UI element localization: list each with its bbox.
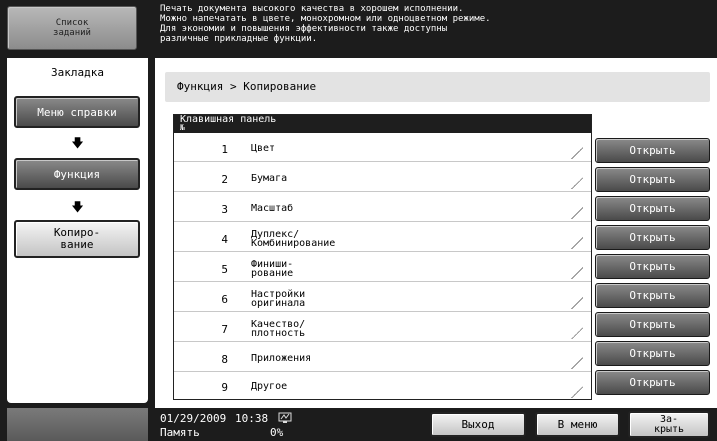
date-text: 01/29/2009 [160,412,227,425]
list-row[interactable]: 5 Финиши- рование [174,255,591,282]
row-label: Качество/ плотность [251,318,306,339]
tab-label: Закладка [51,66,104,79]
row-label: Настройки оригинала [251,288,306,309]
sidebar: Закладка Меню справки 🡇 Функция 🡇 Копиро… [0,58,155,408]
main-panel: Функция > Копирование Клавишная панель №… [155,58,717,408]
menu-button[interactable]: В меню [535,412,620,437]
network-icon [278,412,292,424]
open-button-4[interactable]: Открыть [595,225,710,250]
row-number: 4 [221,233,228,246]
open-button-9[interactable]: Открыть [595,370,710,395]
corner-mark-icon [571,297,583,309]
breadcrumb-text: Функция > Копирование [177,80,317,93]
corner-mark-icon [571,147,583,159]
corner-mark-icon [571,207,583,219]
close-button[interactable]: За- крыть [628,411,710,438]
corner-mark-icon [571,357,583,369]
corner-mark-icon [571,177,583,189]
row-number: 9 [221,381,228,394]
memory-label: Память [160,426,200,439]
function-list: Клавишная панель № 1 Цвет 2 Бумага 3 Мас… [173,114,592,400]
exit-button[interactable]: Выход [430,412,526,437]
down-arrow-icon: 🡇 [71,136,84,150]
row-label: Цвет [251,143,276,154]
open-button-8[interactable]: Открыть [595,341,710,366]
row-number: 1 [221,143,228,156]
row-number: 8 [221,353,228,366]
corner-mark-icon [571,386,583,398]
help-message: Печать документа высокого качества в хор… [160,4,491,44]
list-row[interactable]: 6 Настройки оригинала [174,285,591,312]
open-button-5[interactable]: Открыть [595,254,710,279]
row-label: Приложения [251,353,312,364]
corner-mark-icon [571,237,583,249]
row-number: 6 [221,293,228,306]
time-text: 10:38 [235,412,269,425]
corner-mark-icon [571,327,583,339]
row-label: Другое [251,381,288,392]
open-button-6[interactable]: Открыть [595,283,710,308]
down-arrow-icon: 🡇 [71,200,84,214]
breadcrumb: Функция > Копирование [165,72,710,102]
list-header-number: № [180,123,185,132]
row-label: Дуплекс/ Комбинирование [251,228,336,249]
list-header-label: Клавишная панель [180,114,277,125]
corner-mark-icon [571,267,583,279]
list-row[interactable]: 3 Масштаб [174,195,591,222]
list-row[interactable]: 8 Приложения [174,345,591,372]
list-row[interactable]: 2 Бумага [174,165,591,192]
open-button-1[interactable]: Открыть [595,138,710,163]
open-button-7[interactable]: Открыть [595,312,710,337]
row-label: Бумага [251,173,288,184]
row-number: 7 [221,323,228,336]
row-label: Финиши- рование [251,258,294,279]
list-row[interactable]: 7 Качество/ плотность [174,315,591,342]
memory-value: 0% [270,426,284,439]
list-header: Клавишная панель № [174,115,591,133]
sidebar-panel: Закладка Меню справки 🡇 Функция 🡇 Копиро… [7,58,148,403]
list-row[interactable]: 1 Цвет [174,135,591,162]
row-number: 3 [221,203,228,216]
help-menu-button[interactable]: Меню справки [14,96,140,128]
footer-left-panel [7,408,148,441]
top-bar: Список заданий Печать документа высокого… [0,0,717,58]
list-row[interactable]: 9 Другое [174,373,591,400]
row-number: 2 [221,173,228,186]
open-button-2[interactable]: Открыть [595,167,710,192]
row-label: Масштаб [251,203,294,214]
function-button[interactable]: Функция [14,158,140,190]
copy-button[interactable]: Копиро- вание [14,220,140,258]
row-number: 5 [221,263,228,276]
list-row[interactable]: 4 Дуплекс/ Комбинирование [174,225,591,252]
job-list-button[interactable]: Список заданий [7,6,137,50]
open-button-3[interactable]: Открыть [595,196,710,221]
